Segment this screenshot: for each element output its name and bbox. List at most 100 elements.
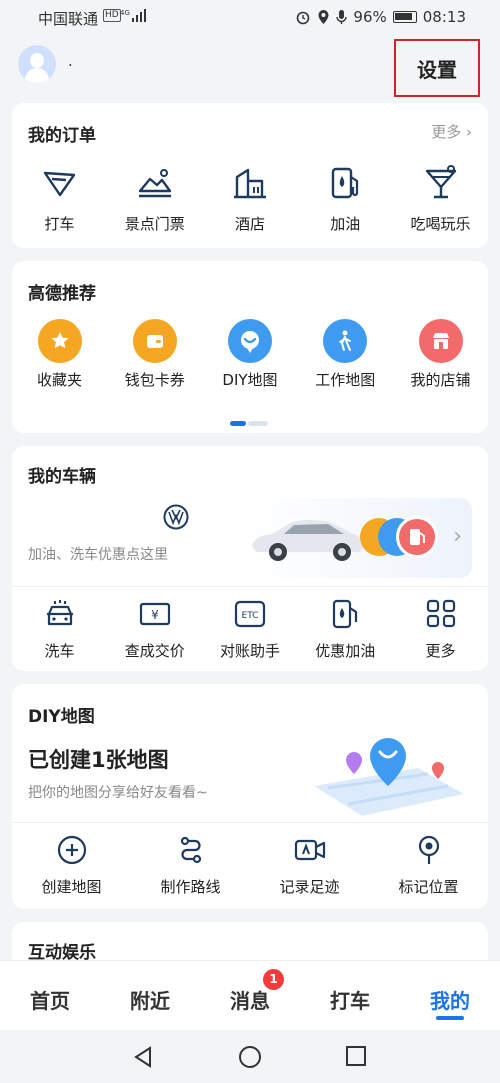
vehicle-item-label: 查成交价 bbox=[124, 642, 185, 660]
cocktail-icon bbox=[425, 165, 456, 199]
recommend-item-label: 收藏夹 bbox=[36, 371, 82, 389]
diy-item-route[interactable]: 制作路线 bbox=[131, 834, 250, 897]
recommend-card: 高德推荐 收藏夹 钱包卡券 DIY地图 工作地图 我的店铺 bbox=[12, 261, 488, 433]
vehicle-item-more[interactable]: 更多 bbox=[393, 598, 488, 661]
tab-label: 我的 bbox=[430, 989, 470, 1013]
diy-item-create[interactable]: 创建地图 bbox=[12, 834, 131, 897]
recommend-item-work-map[interactable]: 工作地图 bbox=[298, 319, 393, 390]
vehicle-item-fuel-discount[interactable]: 优惠加油 bbox=[298, 598, 393, 661]
vehicle-card: 我的车辆 加油、洗车优惠点这里 › 洗车 ¥ 查成交价 ETC 对账助手 优惠加… bbox=[12, 446, 488, 671]
fuel-discount-icon bbox=[333, 599, 358, 629]
status-bar: 中国联通 HD 4G 96% 08:13 bbox=[0, 0, 500, 34]
diy-item-footprint[interactable]: 记录足迹 bbox=[250, 834, 369, 897]
diy-item-label: 标记位置 bbox=[398, 878, 459, 896]
recommend-item-label: 工作地图 bbox=[315, 371, 376, 389]
orders-grid: 打车 景点门票 酒店 加油 吃喝玩乐 bbox=[12, 163, 488, 234]
diy-subtitle: 把你的地图分享给好友看看~ bbox=[28, 785, 208, 801]
vw-logo-icon bbox=[163, 504, 189, 530]
battery-percent: 96% bbox=[353, 8, 387, 26]
vehicle-item-etc[interactable]: ETC 对账助手 bbox=[203, 598, 298, 661]
recommend-item-my-shop[interactable]: 我的店铺 bbox=[393, 319, 488, 390]
map-illustration-icon bbox=[314, 738, 464, 816]
diy-map-icon bbox=[228, 319, 272, 363]
microphone-icon bbox=[336, 10, 348, 24]
order-item-label: 打车 bbox=[44, 215, 75, 233]
clock: 08:13 bbox=[422, 8, 466, 26]
coin-fuel-icon bbox=[396, 516, 438, 558]
tab-mine[interactable]: 我的 bbox=[400, 961, 500, 1030]
vehicle-title: 我的车辆 bbox=[28, 467, 96, 487]
vehicle-banner[interactable]: › bbox=[248, 498, 472, 578]
order-item-hotel[interactable]: 酒店 bbox=[203, 163, 298, 234]
vehicle-item-label: 洗车 bbox=[44, 642, 75, 660]
tab-label: 打车 bbox=[330, 989, 370, 1013]
home-circle-icon[interactable] bbox=[238, 1045, 262, 1069]
diy-divider bbox=[12, 822, 488, 823]
diy-item-mark[interactable]: 标记位置 bbox=[369, 834, 488, 897]
fuel-icon bbox=[332, 167, 359, 199]
chevron-right-icon: › bbox=[453, 524, 462, 549]
diy-headline[interactable]: 已创建1张地图 bbox=[28, 744, 169, 774]
back-icon[interactable] bbox=[132, 1045, 154, 1069]
recommend-item-wallet[interactable]: 钱包卡券 bbox=[107, 319, 202, 390]
vehicle-item-price[interactable]: ¥ 查成交价 bbox=[107, 598, 202, 661]
profile-header: . 设置 bbox=[0, 34, 500, 97]
location-pin-icon bbox=[418, 835, 439, 864]
recommend-item-favorites[interactable]: 收藏夹 bbox=[12, 319, 107, 390]
svg-text:4G: 4G bbox=[120, 9, 130, 17]
message-badge: 1 bbox=[263, 969, 284, 990]
signal-icon: 4G bbox=[120, 9, 146, 22]
vehicle-grid: 洗车 ¥ 查成交价 ETC 对账助手 优惠加油 更多 bbox=[12, 598, 488, 661]
walker-icon bbox=[323, 319, 368, 363]
car-wash-icon bbox=[46, 600, 73, 626]
tab-messages[interactable]: 消息 1 bbox=[200, 961, 300, 1030]
orders-card: 我的订单 更多 › 打车 景点门票 酒店 加油 吃喝玩乐 bbox=[12, 103, 488, 248]
vehicle-divider bbox=[12, 586, 488, 587]
location-icon bbox=[318, 10, 329, 24]
recommend-grid: 收藏夹 钱包卡券 DIY地图 工作地图 我的店铺 bbox=[12, 319, 488, 390]
orders-more-link[interactable]: 更多 › bbox=[431, 121, 472, 142]
carrier-name: 中国联通 bbox=[38, 10, 99, 28]
orders-more-label: 更多 bbox=[431, 123, 462, 141]
vehicle-promo[interactable]: 加油、洗车优惠点这里 bbox=[28, 544, 168, 564]
order-item-label: 景点门票 bbox=[124, 215, 185, 233]
vehicle-item-car-wash[interactable]: 洗车 bbox=[12, 598, 107, 661]
alarm-icon bbox=[297, 11, 310, 25]
order-item-label: 酒店 bbox=[234, 215, 265, 233]
svg-text:ETC: ETC bbox=[242, 611, 259, 621]
svg-text:¥: ¥ bbox=[151, 608, 159, 622]
tab-taxi[interactable]: 打车 bbox=[300, 961, 400, 1030]
vehicle-item-label: 对账助手 bbox=[219, 642, 280, 660]
recents-square-icon[interactable] bbox=[345, 1045, 367, 1067]
order-item-fuel[interactable]: 加油 bbox=[298, 163, 393, 234]
scenic-ticket-icon bbox=[138, 169, 171, 198]
star-icon bbox=[37, 319, 82, 363]
diy-item-label: 记录足迹 bbox=[279, 878, 340, 896]
tab-label: 附近 bbox=[130, 989, 170, 1013]
diy-grid: 创建地图 制作路线 记录足迹 标记位置 bbox=[12, 834, 488, 897]
settings-button[interactable]: 设置 bbox=[394, 39, 480, 97]
page-indicator bbox=[230, 421, 270, 426]
car-icon bbox=[252, 520, 364, 561]
recommend-item-diy-map[interactable]: DIY地图 bbox=[203, 319, 298, 390]
order-item-taxi[interactable]: 打车 bbox=[12, 163, 107, 234]
diy-title: DIY地图 bbox=[28, 707, 95, 727]
avatar[interactable] bbox=[18, 45, 56, 83]
order-item-entertainment[interactable]: 吃喝玩乐 bbox=[393, 163, 488, 234]
tab-nearby[interactable]: 附近 bbox=[100, 961, 200, 1030]
order-item-label: 吃喝玩乐 bbox=[410, 215, 471, 233]
bottom-tab-bar: 首页 附近 消息 1 打车 我的 bbox=[0, 960, 500, 1030]
diy-item-label: 创建地图 bbox=[41, 878, 102, 896]
taxi-icon bbox=[43, 171, 75, 197]
vehicle-item-label: 优惠加油 bbox=[315, 642, 376, 660]
recommend-item-label: 钱包卡券 bbox=[124, 371, 185, 389]
order-item-scenic-ticket[interactable]: 景点门票 bbox=[107, 163, 202, 234]
recommend-item-label: DIY地图 bbox=[222, 371, 278, 389]
tab-home[interactable]: 首页 bbox=[0, 961, 100, 1030]
battery-icon bbox=[392, 11, 417, 23]
price-tag-icon: ¥ bbox=[139, 602, 170, 626]
vehicle-item-label: 更多 bbox=[425, 642, 456, 660]
shop-icon bbox=[418, 319, 463, 363]
orders-title: 我的订单 bbox=[28, 126, 96, 146]
username[interactable]: . bbox=[68, 52, 73, 70]
